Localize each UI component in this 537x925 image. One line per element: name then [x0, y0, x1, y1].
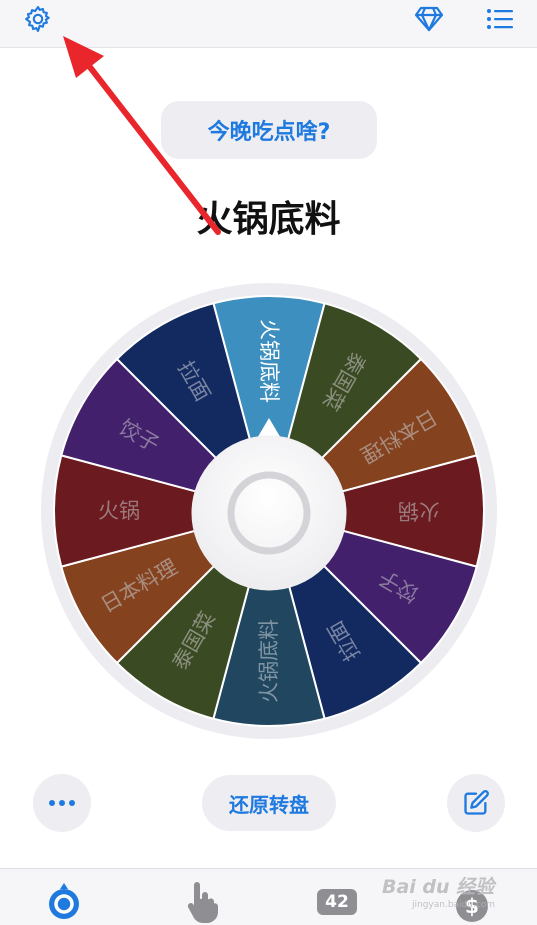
tab-tap[interactable]: [180, 880, 224, 924]
hand-pointer-icon: [187, 882, 218, 923]
wheel-segment-label: 火锅: [398, 499, 440, 523]
watermark-text: Bai du 经验: [382, 876, 495, 898]
ellipsis-icon: [49, 800, 75, 806]
reset-wheel-button[interactable]: 还原转盘: [202, 775, 336, 831]
wheel-segment-label: 火锅: [98, 499, 140, 523]
wheel-segment-label: 火锅底料: [257, 619, 281, 703]
tab-wheel[interactable]: [44, 880, 84, 922]
watermark: Bai du 经验 jingyan.baidu.com: [382, 872, 532, 920]
edit-button[interactable]: [447, 774, 505, 832]
wheel-segment-label: 火锅底料: [257, 319, 281, 403]
wheel-icon: [49, 883, 79, 919]
more-button[interactable]: [33, 774, 91, 832]
watermark-sub: jingyan.baidu.com: [412, 900, 496, 910]
edit-icon: [464, 790, 489, 815]
tab-count-badge[interactable]: 42: [317, 889, 357, 915]
hub-disc: [191, 435, 347, 591]
